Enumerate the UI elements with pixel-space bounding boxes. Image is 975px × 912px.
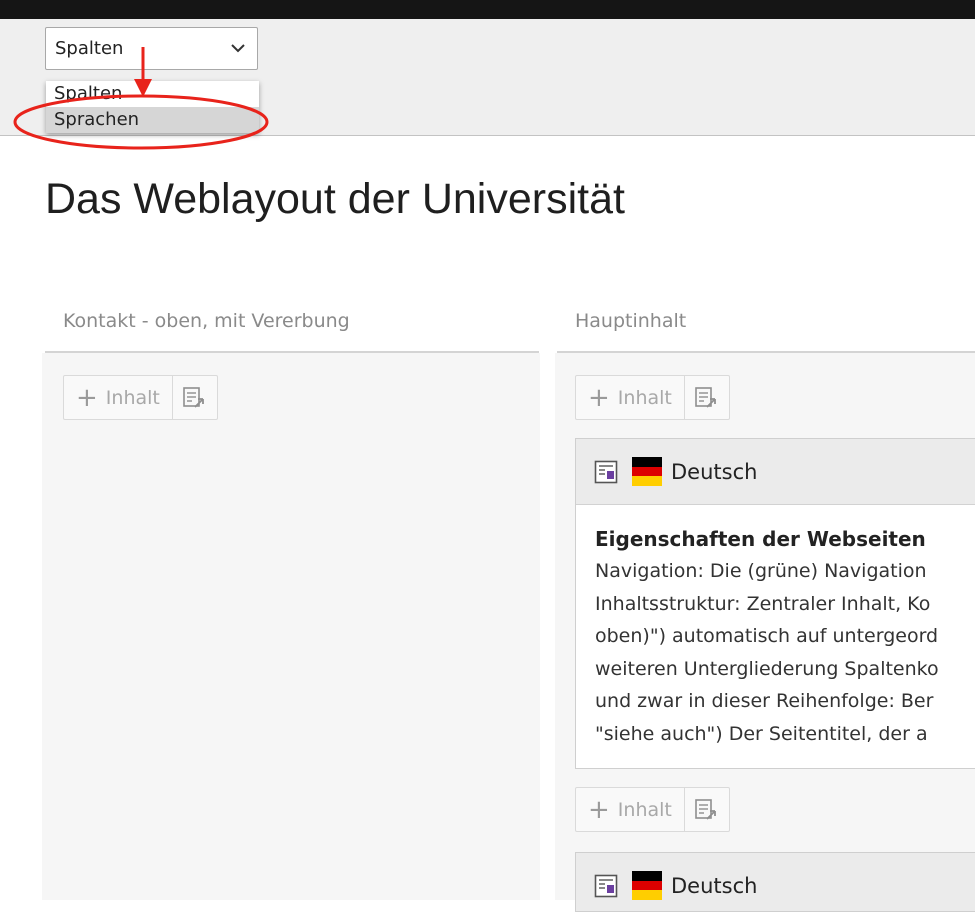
dropdown-option-spalten[interactable]: Spalten <box>46 81 259 107</box>
content-element-text-line: Inhaltsstruktur: Zentraler Inhalt, Ko <box>595 592 931 615</box>
content-element-text-line: Navigation: Die (grüne) Navigation <box>595 560 927 582</box>
content-element-text-line: "siehe auch") Der Seitentitel, der a <box>595 722 928 745</box>
flag-de-icon <box>632 871 662 901</box>
content-element-text-line: weiteren Untergliederung Spaltenko <box>595 657 939 680</box>
right-new-content-button-2[interactable]: + Inhalt <box>576 788 685 831</box>
content-element-icon <box>594 874 618 897</box>
new-content-label: Inhalt <box>617 386 672 409</box>
right-new-content-group: + Inhalt <box>575 375 730 420</box>
paste-icon <box>183 386 204 408</box>
chevron-down-icon <box>231 44 245 53</box>
left-paste-button[interactable] <box>173 376 217 419</box>
right-new-content-group-2: + Inhalt <box>575 787 730 832</box>
view-mode-dropdown: Spalten Sprachen <box>46 81 259 133</box>
content-element-title: Eigenschaften der Webseiten <box>595 527 926 551</box>
left-new-content-group: + Inhalt <box>63 375 218 420</box>
paste-icon <box>695 798 716 820</box>
plus-icon: + <box>588 382 610 413</box>
page-title: Das Weblayout der Universität <box>45 175 625 223</box>
content-element-body: Eigenschaften der Webseiten Navigation: … <box>576 505 975 750</box>
right-paste-button-2[interactable] <box>685 788 729 831</box>
plus-icon: + <box>588 794 610 825</box>
dropdown-option-sprachen[interactable]: Sprachen <box>46 107 259 133</box>
column-left-body <box>42 353 540 900</box>
column-header-kontakt: Kontakt - oben, mit Vererbung <box>45 305 539 353</box>
new-content-label: Inhalt <box>617 798 672 821</box>
left-new-content-button[interactable]: + Inhalt <box>64 376 173 419</box>
content-element-language: Deutsch <box>671 873 758 898</box>
right-paste-button[interactable] <box>685 376 729 419</box>
new-content-label: Inhalt <box>105 386 160 409</box>
content-element-header: Deutsch <box>576 439 975 505</box>
view-mode-select[interactable]: Spalten <box>45 27 258 70</box>
column-header-hauptinhalt: Hauptinhalt <box>557 305 975 353</box>
view-mode-select-value: Spalten <box>55 38 124 59</box>
top-bar <box>0 0 975 19</box>
content-element-text-line: und zwar in dieser Reihenfolge: Ber <box>595 690 934 712</box>
right-new-content-button[interactable]: + Inhalt <box>576 376 685 419</box>
content-element-language: Deutsch <box>671 459 758 484</box>
plus-icon: + <box>76 382 98 413</box>
content-element-icon <box>594 460 618 483</box>
flag-de-icon <box>632 457 662 487</box>
content-element[interactable]: Deutsch <box>575 852 975 912</box>
paste-icon <box>695 386 716 408</box>
toolbar: Spalten Spalten Sprachen <box>0 19 975 136</box>
content-element[interactable]: Deutsch Eigenschaften der Webseiten Navi… <box>575 438 975 769</box>
content-element-header: Deutsch <box>576 853 975 911</box>
content-element-text-line: oben)") automatisch auf untergeord <box>595 625 939 647</box>
